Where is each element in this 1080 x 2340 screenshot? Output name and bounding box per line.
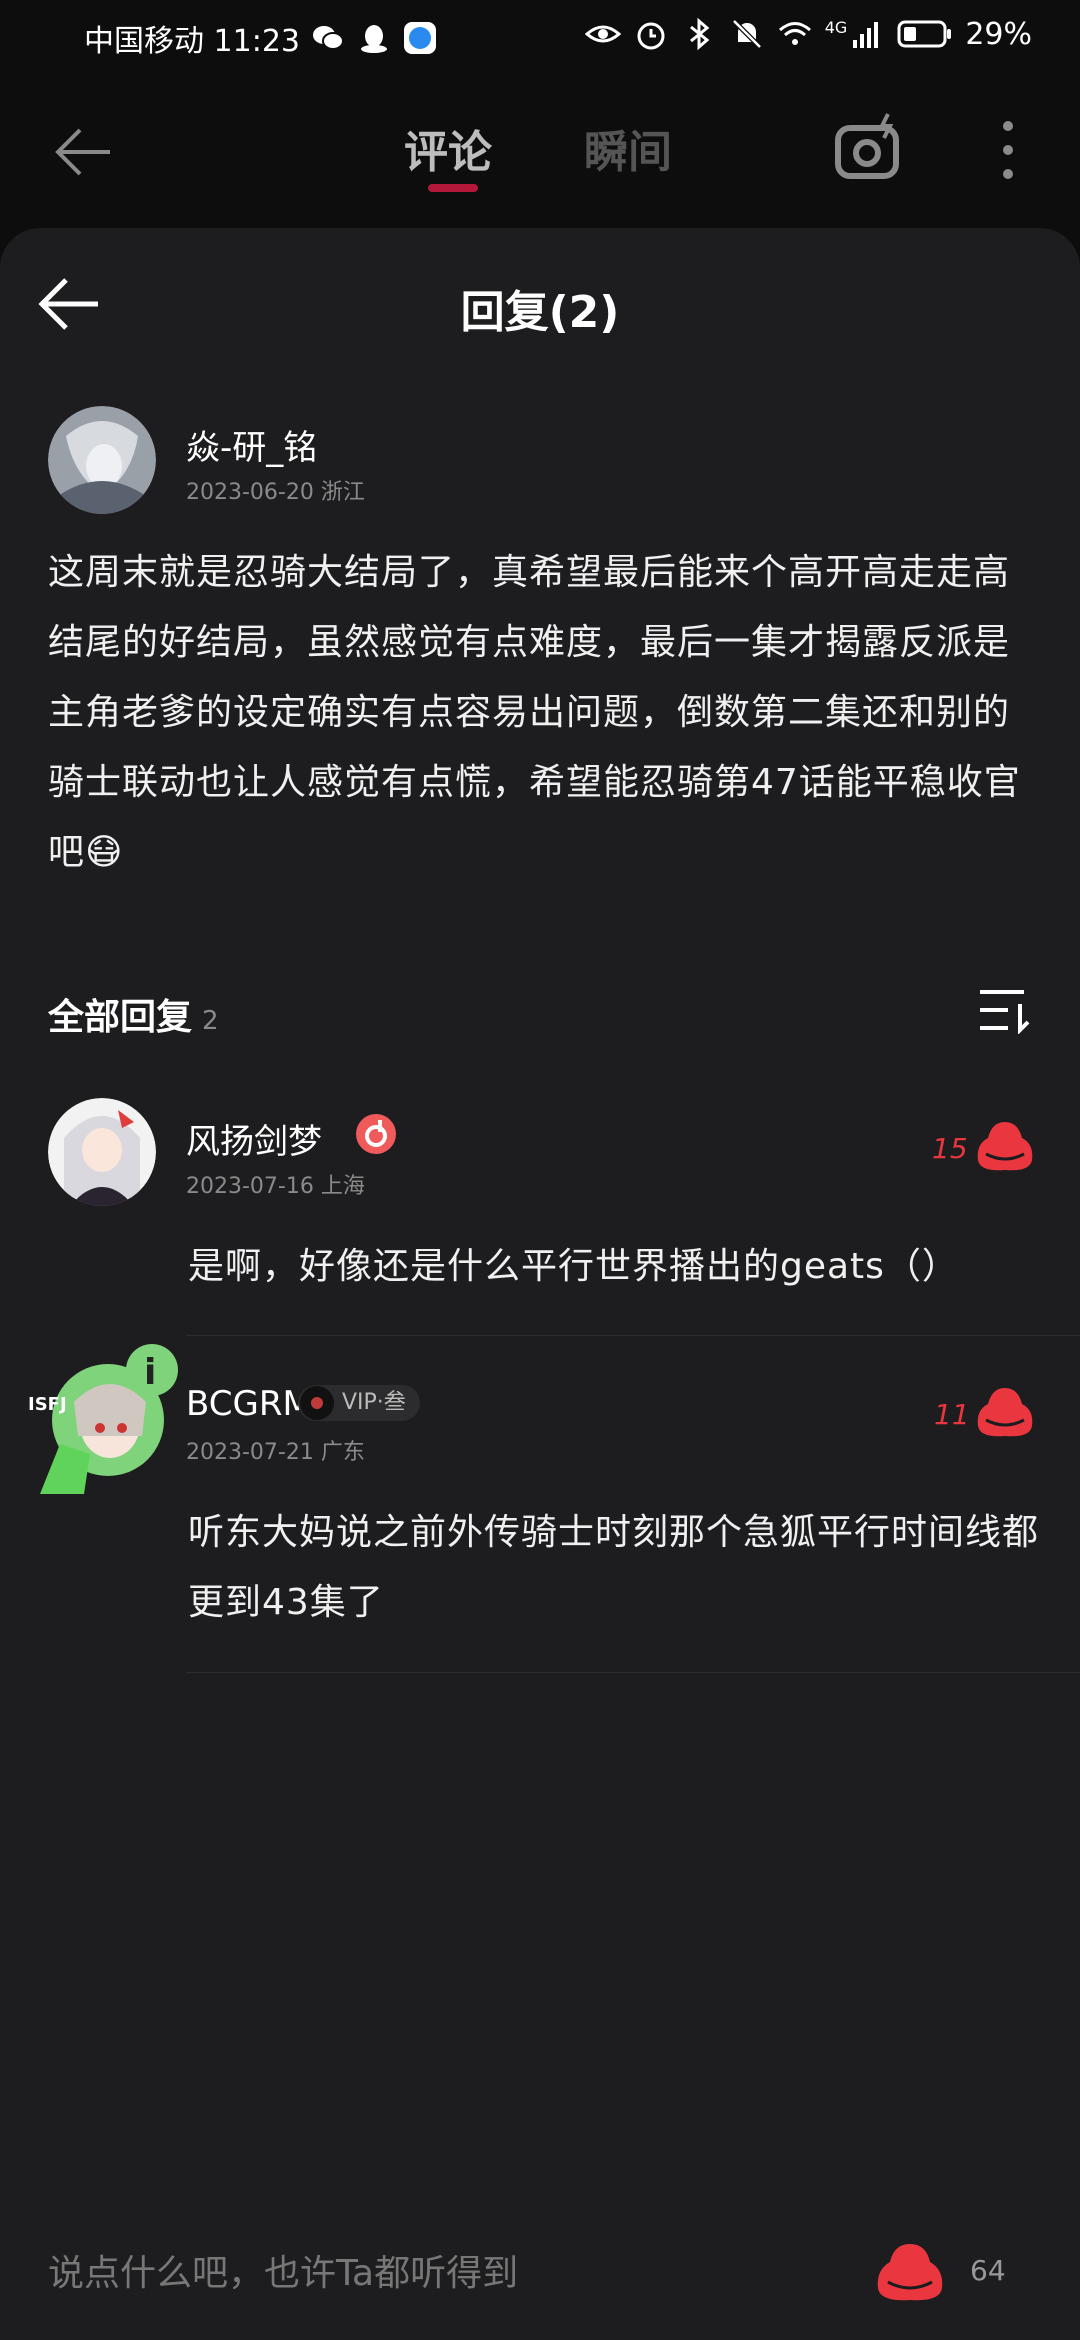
comment-input[interactable]: 说点什么吧，也许Ta都听得到 <box>48 2244 518 2296</box>
panel-title: 回复(2) <box>460 287 620 338</box>
panel-header: 回复(2) <box>0 228 1080 368</box>
camera-icon[interactable] <box>832 112 906 186</box>
signal-icon <box>853 22 879 48</box>
wechat-icon <box>313 26 344 50</box>
reply-divider <box>186 1335 1080 1336</box>
more-options-icon[interactable] <box>996 116 1020 184</box>
reply-author-name[interactable]: BCGRM <box>186 1384 312 1424</box>
qq-icon <box>361 25 387 53</box>
top-nav: 评论 瞬间 <box>0 72 1080 228</box>
reply-text: 是啊，好像还是什么平行世界播出的geats（） <box>188 1246 959 1287</box>
bottom-input-bar: 说点什么吧，也许Ta都听得到 64 <box>0 2200 1080 2340</box>
all-replies-count: 2 <box>202 1006 219 1036</box>
reply-avatar[interactable] <box>48 1098 156 1206</box>
reply-panel: 回复(2) 焱-研_铭 2023-06-20 浙江 这周末就是忍骑大结局了，真希… <box>0 228 1080 2340</box>
all-replies-header: 全部回复 2 <box>48 988 219 1040</box>
reply-date-location: 2023-07-16 上海 <box>186 1174 365 1199</box>
like-icon[interactable] <box>974 1384 1036 1440</box>
reply-divider <box>186 1672 1080 1673</box>
total-like-count: 64 <box>970 2254 1006 2287</box>
tab-comments[interactable]: 评论 <box>404 116 492 192</box>
carrier-time: 中国移动 11:23 <box>84 24 300 59</box>
alarm-icon <box>637 22 665 50</box>
battery-icon <box>897 20 952 48</box>
reply-avatar[interactable]: i <box>30 1344 182 1494</box>
original-date-location: 2023-06-20 浙江 <box>186 480 365 505</box>
reply-text: 听东大妈说之前外传骑士时刻那个急狐平行时间线都更到43集了 <box>188 1512 1040 1623</box>
reply-like-count: 11 <box>934 1398 970 1431</box>
tab-moments[interactable]: 瞬间 <box>584 116 672 180</box>
avatar-mbti-badge: ISFJ <box>28 1394 67 1415</box>
bluetooth-icon <box>689 17 710 51</box>
status-right: 4G 29% <box>584 16 1032 52</box>
svg-text:i: i <box>144 1352 156 1393</box>
status-bar: 中国移动 11:23 4G 29% <box>0 0 1080 72</box>
eye-icon <box>584 25 621 43</box>
status-left: 中国移动 11:23 <box>84 16 438 60</box>
back-arrow-icon[interactable] <box>48 116 120 188</box>
browser-app-icon <box>404 22 436 54</box>
battery-percent: 29% <box>965 16 1032 52</box>
like-icon[interactable] <box>974 1118 1036 1174</box>
vinyl-record-icon <box>300 1386 334 1420</box>
original-comment-text: 这周末就是忍骑大结局了，真希望最后能来个高开高走走高结尾的好结局，虽然感觉有点难… <box>48 552 1021 873</box>
sort-icon[interactable] <box>978 986 1030 1034</box>
mute-bell-icon <box>731 19 762 49</box>
music-badge-icon <box>356 1114 396 1154</box>
all-replies-title: 全部回复 <box>48 997 193 1038</box>
reply-author-name[interactable]: 风扬剑梦 <box>186 1114 322 1163</box>
like-icon[interactable] <box>874 2240 946 2306</box>
wifi-icon <box>778 22 811 45</box>
reply-like-count: 15 <box>932 1132 968 1165</box>
signal-label: 4G <box>824 17 848 37</box>
tab-bar: 评论 瞬间 <box>404 116 672 192</box>
reply-date-location: 2023-07-21 广东 <box>186 1440 365 1465</box>
original-author-name[interactable]: 焱-研_铭 <box>186 420 317 469</box>
original-author-avatar[interactable] <box>48 406 156 514</box>
